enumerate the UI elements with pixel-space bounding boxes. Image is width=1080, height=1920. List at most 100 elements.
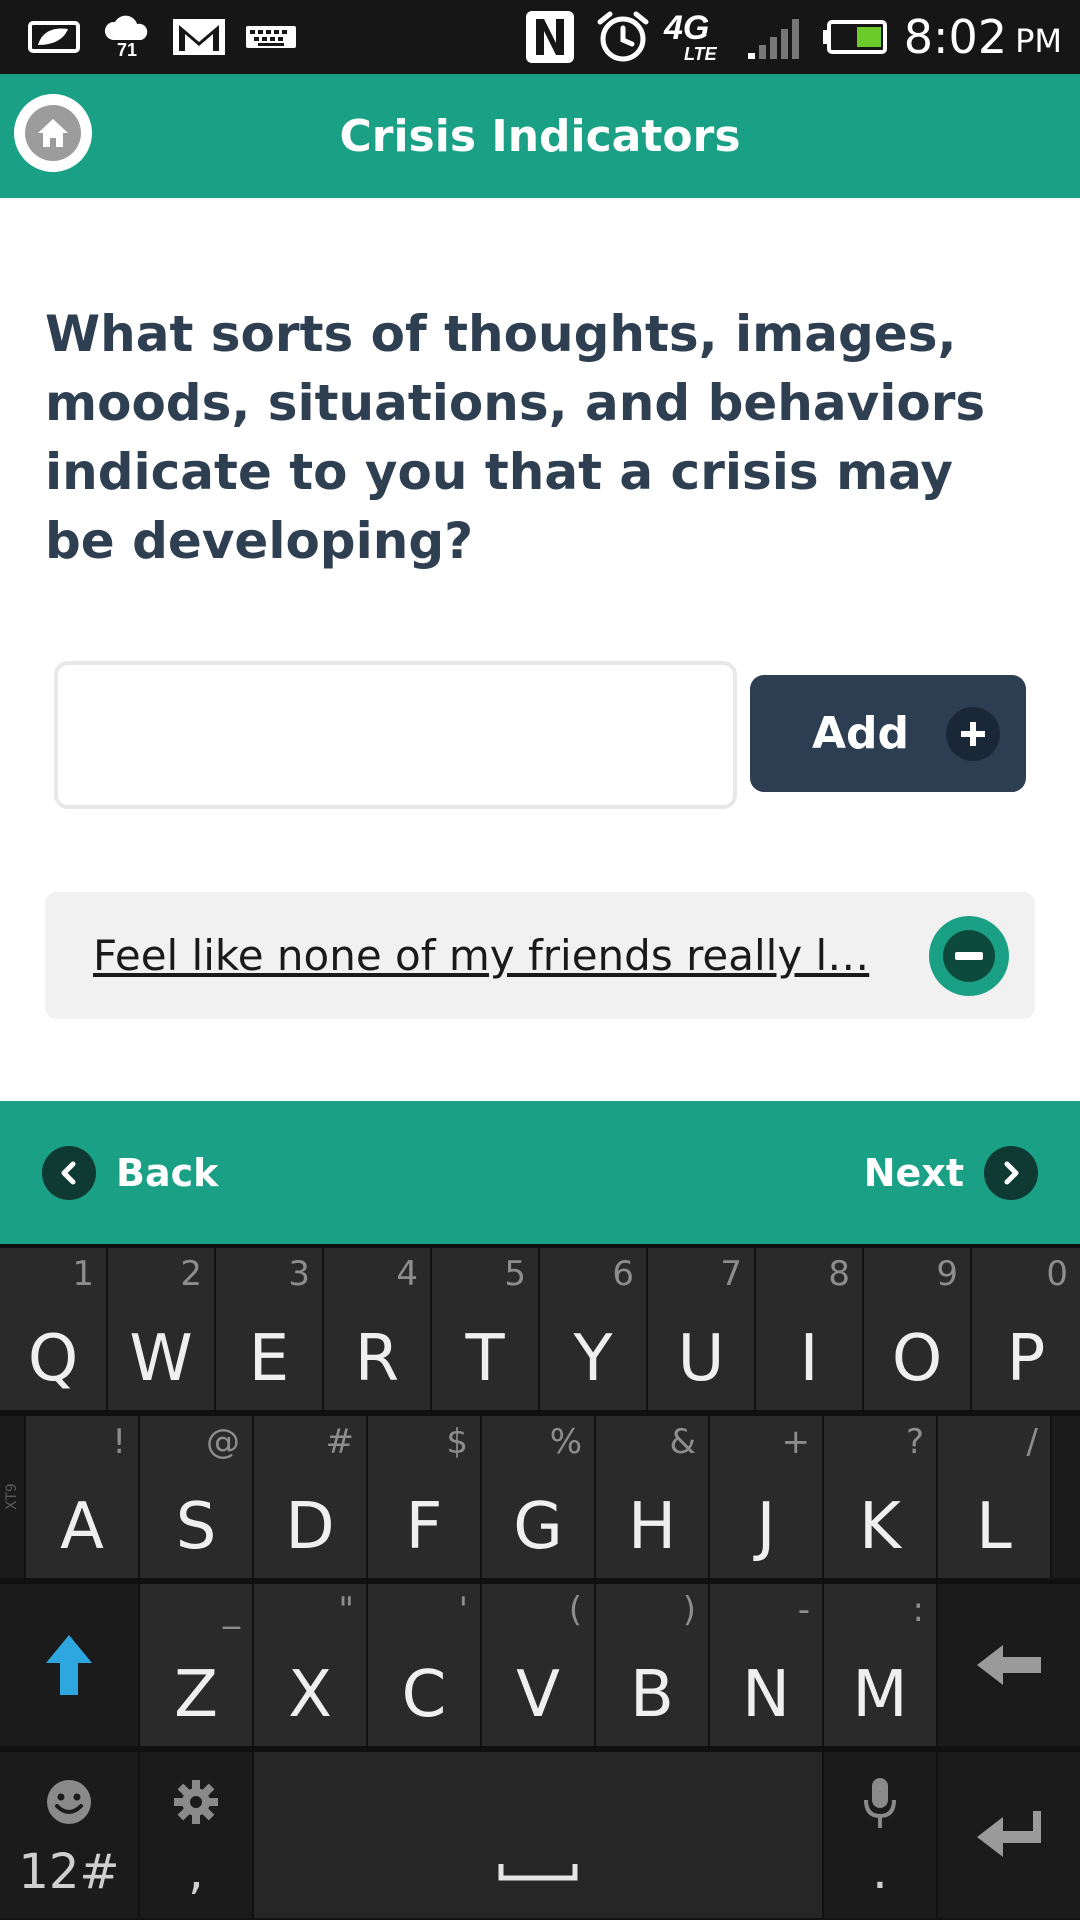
key-alt: 9 [936, 1254, 958, 1294]
key-label: X [288, 1658, 332, 1732]
symbols-key[interactable]: 12# [0, 1752, 140, 1920]
key-alt: ) [682, 1590, 696, 1630]
key-z[interactable]: _ Z [140, 1584, 254, 1748]
key-g[interactable]: % G [482, 1416, 596, 1580]
key-alt: ! [112, 1422, 126, 1462]
period-key[interactable]: . [824, 1752, 938, 1920]
key-x[interactable]: " X [254, 1584, 368, 1748]
space-key[interactable] [254, 1752, 824, 1920]
xt9-label: XT9 [4, 1483, 20, 1510]
remove-button[interactable] [929, 916, 1009, 996]
key-alt: & [669, 1422, 696, 1462]
key-i[interactable]: 8I [756, 1248, 864, 1412]
key-alt: @ [206, 1422, 240, 1462]
key-w[interactable]: 2W [108, 1248, 216, 1412]
key-label: H [627, 1490, 677, 1564]
key-label: E [248, 1322, 290, 1396]
key-alt: $ [446, 1422, 468, 1462]
indicator-text[interactable]: Feel like none of my friends really l… [93, 931, 873, 980]
key-label: O [891, 1322, 943, 1396]
key-label: Y [573, 1322, 613, 1396]
shift-arrow-icon [0, 1584, 138, 1746]
key-a[interactable]: ! A [26, 1416, 140, 1580]
key-label: G [513, 1490, 563, 1564]
next-label: Next [863, 1150, 964, 1195]
key-label: M [852, 1658, 908, 1732]
ampm-label: PM [1015, 22, 1062, 60]
key-v[interactable]: (V [482, 1584, 596, 1748]
status-bar: 71 4G LTE 8:02 PM [0, 0, 1080, 74]
key-alt: 3 [288, 1254, 310, 1294]
emoji-icon [0, 1778, 138, 1826]
key-p[interactable]: 0P [972, 1248, 1080, 1412]
add-button[interactable]: Add [750, 675, 1026, 792]
key-c[interactable]: ' C [368, 1584, 482, 1748]
back-label: Back [116, 1150, 219, 1195]
time-label: 8:02 [903, 10, 1008, 64]
home-button[interactable] [14, 94, 92, 172]
gmail-icon [168, 0, 230, 74]
comma-key[interactable]: , [140, 1752, 254, 1920]
key-o[interactable]: 9O [864, 1248, 972, 1412]
temperature-label: 71 [116, 39, 138, 60]
key-label: F [405, 1490, 443, 1564]
keyboard-row-1: 1Q 2W 3E 4R 5T 6Y 7U 8I 9O 0P [0, 1248, 1080, 1412]
key-alt: ' [458, 1590, 468, 1630]
shift-key[interactable] [0, 1584, 140, 1748]
key-n[interactable]: -N [710, 1584, 824, 1748]
key-alt: 8 [828, 1254, 850, 1294]
key-label: W [129, 1322, 193, 1396]
space-bar-icon [254, 1862, 822, 1882]
comma-label: , [188, 1842, 204, 1900]
key-alt: 7 [720, 1254, 742, 1294]
indicator-input[interactable] [54, 661, 737, 809]
network-4g-lte-icon: 4G LTE [664, 0, 730, 74]
battery-icon [820, 0, 890, 74]
key-b[interactable]: ) B [596, 1584, 710, 1748]
key-d[interactable]: # D [254, 1416, 368, 1580]
key-label: Z [174, 1658, 218, 1732]
key-alt: _ [223, 1590, 240, 1630]
signal-icon [744, 0, 810, 74]
key-label: I [799, 1322, 819, 1396]
key-alt: 6 [612, 1254, 634, 1294]
next-button[interactable]: Next [864, 1101, 1038, 1244]
key-t[interactable]: 5T [432, 1248, 540, 1412]
key-m[interactable]: :M [824, 1584, 938, 1748]
backspace-key[interactable] [938, 1584, 1080, 1748]
chevron-left-icon [42, 1145, 96, 1200]
key-alt: 1 [72, 1254, 94, 1294]
status-time: 8:02 PM [904, 0, 1062, 74]
key-alt: / [1026, 1422, 1038, 1462]
home-icon [25, 105, 81, 161]
key-alt: 2 [180, 1254, 202, 1294]
key-s[interactable]: @ S [140, 1416, 254, 1580]
add-button-label: Add [812, 708, 910, 759]
key-f[interactable]: $ F [368, 1416, 482, 1580]
enter-key[interactable] [938, 1752, 1080, 1920]
nfc-icon [520, 0, 580, 74]
keyboard-row-3: _ Z " X ' C (V ) B -N :M [0, 1584, 1080, 1748]
key-k[interactable]: ? K [824, 1416, 938, 1580]
alarm-icon [592, 0, 654, 74]
key-label: N [742, 1658, 790, 1732]
key-u[interactable]: 7U [648, 1248, 756, 1412]
key-label: A [60, 1490, 104, 1564]
key-label: S [175, 1490, 217, 1564]
key-y[interactable]: 6Y [540, 1248, 648, 1412]
keyboard-row-4: 12# , . [0, 1752, 1080, 1920]
enter-icon [938, 1752, 1080, 1918]
period-label: . [872, 1842, 888, 1900]
weather-icon: 71 [98, 0, 156, 74]
key-l[interactable]: / L [938, 1416, 1052, 1580]
key-h[interactable]: & H [596, 1416, 710, 1580]
key-r[interactable]: 4R [324, 1248, 432, 1412]
back-button[interactable]: Back [42, 1101, 218, 1244]
key-q[interactable]: 1Q [0, 1248, 108, 1412]
key-alt: " [338, 1590, 354, 1630]
key-label: T [465, 1322, 505, 1396]
key-j[interactable]: + J [710, 1416, 824, 1580]
plus-icon [946, 706, 1000, 761]
key-label: P [1006, 1322, 1046, 1396]
key-e[interactable]: 3E [216, 1248, 324, 1412]
